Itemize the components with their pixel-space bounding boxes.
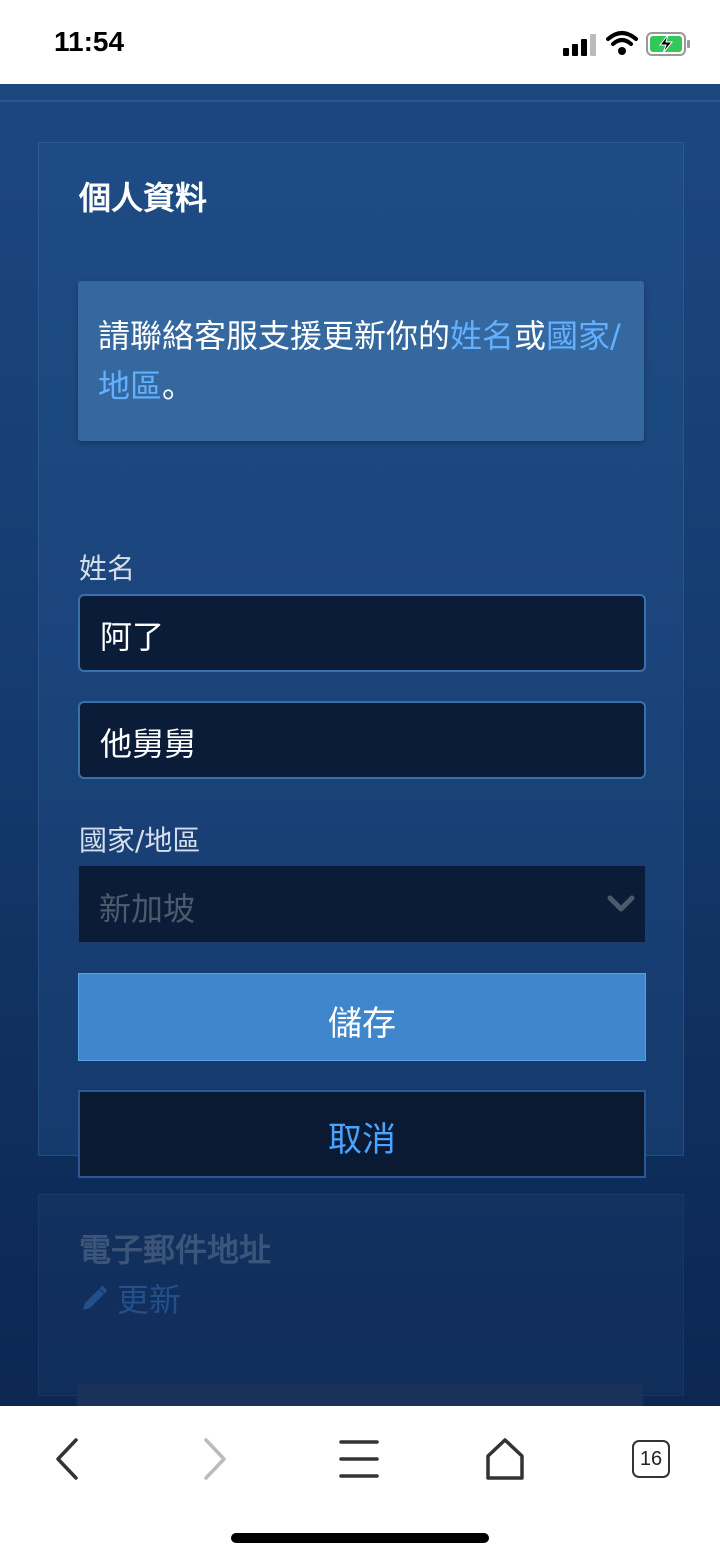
support-notice-text: 請聯絡客服支援更新你的姓名或國家/地區。 (98, 311, 628, 411)
email-update-link[interactable]: 更新 (79, 1275, 181, 1321)
cancel-button-label: 取消 (328, 1120, 396, 1160)
browser-toolbar: 16 (0, 1406, 720, 1559)
profile-card-title: 個人資料 (79, 179, 208, 217)
menu-icon (339, 1440, 379, 1478)
cellular-signal-icon (563, 32, 599, 56)
country-label: 國家/地區 (79, 824, 201, 857)
email-card: 電子郵件地址 更新 (38, 1194, 684, 1396)
support-notice: 請聯絡客服支援更新你的姓名或國家/地區。 (78, 281, 644, 441)
email-update-label: 更新 (117, 1281, 182, 1319)
header-divider (0, 100, 720, 102)
forward-button[interactable] (186, 1434, 242, 1484)
last-name-value: 他舅舅 (100, 725, 197, 763)
cancel-button[interactable]: 取消 (78, 1090, 646, 1178)
next-card-edge (77, 1384, 643, 1406)
notice-text-middle: 或 (514, 317, 547, 355)
menu-button[interactable] (331, 1434, 387, 1484)
name-link[interactable]: 姓名 (450, 317, 514, 355)
home-button[interactable] (477, 1434, 533, 1484)
notice-text-before: 請聯絡客服支援更新你的 (98, 317, 451, 355)
first-name-field[interactable]: 阿了 (78, 594, 646, 672)
country-select-value: 新加坡 (99, 890, 196, 928)
save-button-label: 儲存 (328, 1004, 396, 1044)
notice-text-after: 。 (162, 367, 195, 405)
status-time: 11:54 (54, 26, 125, 57)
wifi-icon (606, 30, 638, 56)
first-name-value: 阿了 (100, 618, 165, 656)
chevron-down-icon (607, 894, 635, 914)
last-name-field[interactable]: 他舅舅 (78, 701, 646, 779)
profile-card: 個人資料 請聯絡客服支援更新你的姓名或國家/地區。 姓名 阿了 他舅舅 國家/地… (38, 142, 684, 1178)
battery-charging-icon (646, 32, 692, 56)
back-button[interactable] (40, 1434, 96, 1484)
status-bar: 11:54 (0, 0, 720, 84)
name-label: 姓名 (79, 552, 136, 585)
home-indicator (231, 1533, 489, 1543)
tabs-button[interactable]: 16 (632, 1440, 670, 1478)
chevron-right-icon (204, 1438, 226, 1480)
country-select[interactable]: 新加坡 (78, 865, 646, 943)
chevron-left-icon (56, 1438, 78, 1480)
save-button[interactable]: 儲存 (78, 973, 646, 1061)
page-content: 個人資料 請聯絡客服支援更新你的姓名或國家/地區。 姓名 阿了 他舅舅 國家/地… (0, 84, 720, 1406)
pencil-icon (79, 1284, 109, 1314)
email-card-title: 電子郵件地址 (79, 1231, 272, 1269)
home-icon (486, 1438, 524, 1480)
